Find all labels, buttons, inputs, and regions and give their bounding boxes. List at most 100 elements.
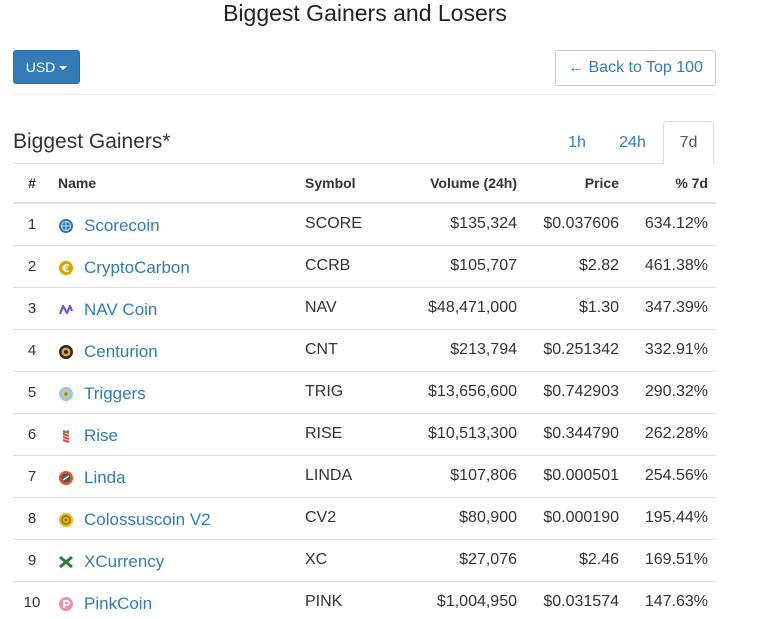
change-cell: 147.63% [619, 580, 716, 619]
header-price[interactable]: Price [517, 164, 619, 204]
period-tabs: 1h 24h 7d [552, 121, 714, 164]
coin-link[interactable]: Triggers [84, 384, 146, 404]
rank-cell: 2 [13, 244, 51, 287]
coin-link[interactable]: PinkCoin [84, 594, 152, 614]
symbol-cell: CV2 [305, 496, 398, 539]
symbol-cell: CNT [305, 328, 398, 371]
name-cell: Scorecoin [51, 203, 305, 245]
table-row: 4 Centurion CNT $213,794 $0.251342 332.9… [13, 328, 716, 371]
symbol-cell: LINDA [305, 454, 398, 497]
rank-cell: 7 [13, 454, 51, 497]
coin-link[interactable]: Centurion [84, 342, 158, 362]
symbol-cell: CCRB [305, 244, 398, 287]
price-cell[interactable]: $0.000190 [517, 496, 619, 539]
change-cell: 634.12% [644, 215, 708, 233]
coin-link[interactable]: Rise [84, 426, 118, 446]
rise-icon [58, 428, 74, 444]
pinkcoin-icon [58, 596, 74, 612]
price-cell[interactable]: $0.251342 [517, 328, 619, 371]
change-cell: 290.32% [619, 370, 716, 413]
volume-cell[interactable]: $48,471,000 [398, 286, 517, 329]
cryptocarbon-icon: € [58, 260, 74, 276]
coin-link[interactable]: XCurrency [84, 552, 164, 572]
price-cell[interactable]: $2.46 [517, 538, 619, 581]
change-cell: 461.38% [619, 244, 716, 287]
table-row: 7 Linda LINDA $107,806 $0.000501 254.56% [13, 454, 716, 497]
table-header-row: # Name Symbol Volume (24h) Price % 7d [13, 164, 716, 204]
volume-cell[interactable]: $13,656,600 [398, 370, 517, 413]
coin-link[interactable]: Linda [84, 468, 126, 488]
rank-cell: 6 [13, 412, 51, 455]
tab-24h[interactable]: 24h [602, 121, 663, 164]
name-cell: Centurion [51, 328, 305, 371]
volume-cell[interactable]: $135,324 [398, 203, 517, 245]
name-cell: XCurrency [51, 538, 305, 581]
currency-label: USD [25, 59, 56, 75]
symbol-cell: RISE [305, 412, 398, 455]
volume-cell[interactable]: $1,004,950 [398, 580, 517, 619]
price-cell[interactable]: $2.82 [517, 244, 619, 287]
coin-link[interactable]: Scorecoin [84, 216, 160, 236]
price-cell[interactable]: $1.30 [517, 286, 619, 329]
symbol-cell: SCORE [305, 215, 362, 233]
change-cell: 262.28% [619, 412, 716, 455]
table-row: 1 Scorecoin SCORE $135,324 $0.037606 634… [13, 203, 716, 245]
currency-dropdown-button[interactable]: USD [13, 50, 80, 84]
gainers-table: # Name Symbol Volume (24h) Price % 7d 1 … [13, 164, 716, 619]
tab-1h[interactable]: 1h [552, 121, 602, 164]
tab-7d[interactable]: 7d [663, 121, 714, 164]
name-cell: NAV Coin [51, 286, 305, 329]
price-cell[interactable]: $0.000501 [517, 454, 619, 497]
coin-link[interactable]: Colossuscoin V2 [84, 510, 211, 530]
scorecoin-icon [58, 218, 74, 234]
change-cell: 169.51% [619, 538, 716, 581]
linda-icon [58, 470, 74, 486]
back-to-top-100-button[interactable]: ← Back to Top 100 [555, 50, 716, 86]
rank-cell: 3 [13, 286, 51, 329]
name-cell: Linda [51, 454, 305, 497]
rank-cell: 10 [13, 580, 51, 619]
triggers-icon [58, 386, 74, 402]
header-symbol[interactable]: Symbol [305, 164, 398, 204]
volume-cell[interactable]: $213,794 [398, 328, 517, 371]
volume-cell[interactable]: $80,900 [398, 496, 517, 539]
name-cell: Rise [51, 412, 305, 455]
svg-text:€: € [61, 262, 70, 275]
change-cell: 195.44% [619, 496, 716, 539]
page-title: Biggest Gainers and Losers [223, 0, 507, 26]
table-row: 5 Triggers TRIG $13,656,600 $0.742903 29… [13, 370, 716, 413]
name-cell: Colossuscoin V2 [51, 496, 305, 539]
caret-down-icon [59, 66, 68, 70]
price-cell[interactable]: $0.742903 [517, 370, 619, 413]
name-cell: PinkCoin [51, 580, 305, 619]
table-row: 9 XCurrency XC $27,076 $2.46 169.51% [13, 538, 716, 581]
coin-link[interactable]: CryptoCarbon [84, 258, 190, 278]
price-cell[interactable]: $0.344790 [517, 412, 619, 455]
change-cell: 254.56% [619, 454, 716, 497]
header-rank[interactable]: # [13, 164, 51, 204]
header-change[interactable]: % 7d [619, 164, 716, 204]
coin-link[interactable]: NAV Coin [84, 300, 157, 320]
volume-cell[interactable]: $27,076 [398, 538, 517, 581]
header-name[interactable]: Name [51, 164, 305, 204]
rank-cell: 1 [27, 215, 37, 233]
table-row: 2 € CryptoCarbon CCRB $105,707 $2.82 461… [13, 244, 716, 287]
symbol-cell: NAV [305, 286, 398, 329]
price-cell[interactable]: $0.031574 [517, 580, 619, 619]
price-cell[interactable]: $0.037606 [517, 203, 619, 245]
centurion-icon [58, 344, 74, 360]
volume-cell[interactable]: $10,513,300 [398, 412, 517, 455]
tabs-underline [13, 163, 716, 164]
rank-cell: 5 [13, 370, 51, 413]
volume-cell[interactable]: $105,707 [398, 244, 517, 287]
change-cell: 347.39% [619, 286, 716, 329]
change-cell: 332.91% [619, 328, 716, 371]
rank-cell: 9 [13, 538, 51, 581]
symbol-cell: XC [305, 538, 398, 581]
navcoin-icon [58, 302, 74, 318]
rank-cell: 8 [13, 496, 51, 539]
table-row: 10 PinkCoin PINK $1,004,950 $0.031574 14… [13, 580, 716, 619]
header-volume[interactable]: Volume (24h) [398, 164, 517, 204]
volume-cell[interactable]: $107,806 [398, 454, 517, 497]
symbol-cell: TRIG [305, 370, 398, 413]
